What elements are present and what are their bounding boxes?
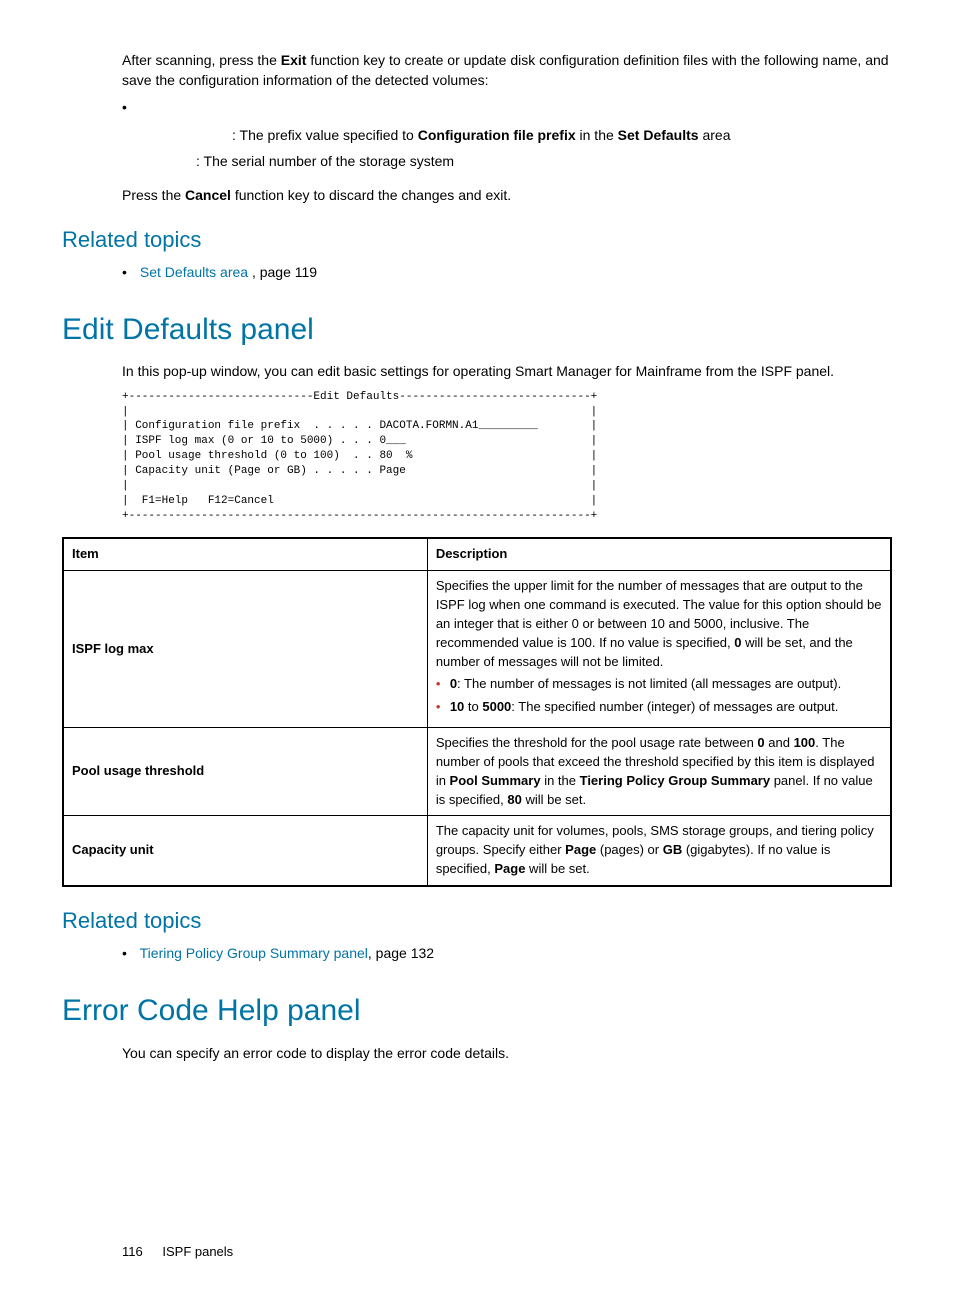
related-topics-2: Tiering Policy Group Summary panel, page… [122,943,892,963]
bold: 0 [757,735,764,750]
bold: Page [565,842,596,857]
related-list-1: Set Defaults area , page 119 [122,262,892,282]
desc-ispf-log-max: Specifies the upper limit for the number… [427,571,891,728]
text: function key to discard the changes and … [231,187,511,203]
table-row: Capacity unit The capacity unit for volu… [63,816,891,886]
exit-key: Exit [281,52,307,68]
cancel-p: Press the Cancel function key to discard… [122,185,892,205]
text: to [464,699,482,714]
bold: 0 [450,676,457,691]
intro-bullet-list [122,97,892,117]
text: will be set. [522,792,586,807]
error-code-block: You can specify an error code to display… [122,1043,892,1063]
text: Press the [122,187,185,203]
cancel-key: Cancel [185,187,231,203]
bold: GB [663,842,683,857]
text: : The specified number (integer) of mess… [511,699,838,714]
bold: Configuration file prefix [418,127,576,143]
bold: Page [494,861,525,876]
page-ref: , page 132 [368,945,434,961]
text: in the [541,773,580,788]
bold: 5000 [482,699,511,714]
bold: 80 [507,792,521,807]
footer-label: ISPF panels [162,1244,233,1259]
set-defaults-link[interactable]: Set Defaults area [140,264,252,280]
table-row: Pool usage threshold Specifies the thres… [63,728,891,816]
page-number: 116 [122,1244,143,1259]
defaults-table: Item Description ISPF log max Specifies … [62,537,892,887]
text: Specifies the threshold for the pool usa… [436,735,758,750]
edit-defaults-block: In this pop-up window, you can edit basi… [122,361,892,523]
table-row: ISPF log max Specifies the upper limit f… [63,571,891,728]
bold: 0 [734,635,741,650]
edit-defaults-heading: Edit Defaults panel [62,308,892,352]
intro-bullet [122,97,892,117]
bold: Tiering Policy Group Summary [580,773,770,788]
text: : The number of messages is not limited … [457,676,841,691]
ispf-bullets: 0: The number of messages is not limited… [436,675,882,717]
bold: 100 [794,735,816,750]
text: will be set. [525,861,589,876]
desc-pool-usage: Specifies the threshold for the pool usa… [427,728,891,816]
text: After scanning, press the [122,52,281,68]
cancel-block: Press the Cancel function key to discard… [122,185,892,205]
bold: Set Defaults [618,127,699,143]
text: : The prefix value specified to [232,127,418,143]
bold: Pool Summary [450,773,541,788]
item-pool-usage: Pool usage threshold [63,728,427,816]
tiering-policy-link[interactable]: Tiering Policy Group Summary panel [140,945,368,961]
error-code-heading: Error Code Help panel [62,989,892,1033]
page-ref: , page 119 [252,264,317,280]
edit-defaults-intro: In this pop-up window, you can edit basi… [122,361,892,381]
desc-capacity-unit: The capacity unit for volumes, pools, SM… [427,816,891,886]
related-topics-1: Set Defaults area , page 119 [122,262,892,282]
col-description: Description [427,538,891,570]
text: and [765,735,794,750]
text: in the [576,127,618,143]
serial-line: : The serial number of the storage syste… [196,151,892,171]
bullet-zero: 0: The number of messages is not limited… [436,675,882,694]
related-topics-heading-1: Related topics [62,224,892,256]
text: (pages) or [596,842,662,857]
bold: 10 [450,699,464,714]
related-item: Tiering Policy Group Summary panel, page… [122,943,892,963]
item-capacity-unit: Capacity unit [63,816,427,886]
related-topics-heading-2: Related topics [62,905,892,937]
page-footer: 116 ISPF panels [122,1243,892,1262]
bullet-range: 10 to 5000: The specified number (intege… [436,698,882,717]
table-header-row: Item Description [63,538,891,570]
text: area [699,127,731,143]
related-list-2: Tiering Policy Group Summary panel, page… [122,943,892,963]
item-ispf-log-max: ISPF log max [63,571,427,728]
prefix-line: : The prefix value specified to Configur… [232,125,892,145]
col-item: Item [63,538,427,570]
intro-p1: After scanning, press the Exit function … [122,50,892,91]
edit-defaults-terminal: +----------------------------Edit Defaul… [122,390,892,524]
error-code-intro: You can specify an error code to display… [122,1043,892,1063]
intro-block: After scanning, press the Exit function … [122,50,892,171]
related-item: Set Defaults area , page 119 [122,262,892,282]
